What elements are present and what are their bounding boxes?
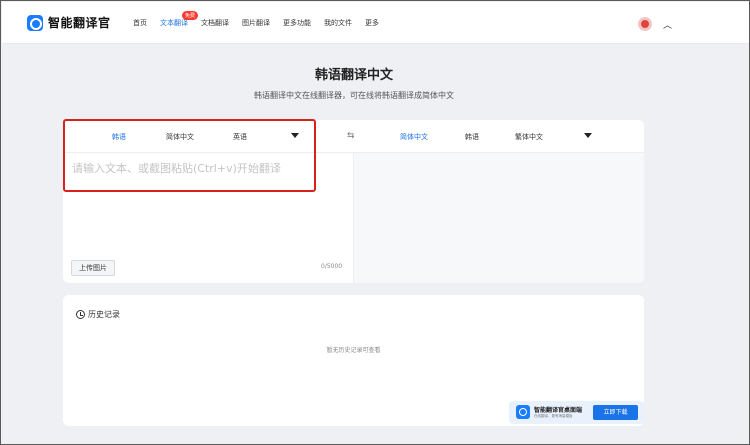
target-lang-korean[interactable]: 韩语 [465, 132, 479, 142]
page-subtitle: 韩语翻译中文在线翻译器，可在线将韩语翻译成简体中文 [254, 91, 454, 100]
browser-frame: 智能翻译官 首页 文本翻译 免费 文档翻译 图片翻译 更多功能 我的文件 更多 … [0, 0, 750, 445]
nav-image-translate[interactable]: 图片翻译 [242, 18, 270, 28]
nav-text-translate-label: 文本翻译 [160, 19, 188, 27]
pane-divider [353, 152, 354, 283]
history-title: 历史记录 [88, 310, 120, 319]
source-lang-simplified-chinese[interactable]: 简体中文 [166, 132, 194, 142]
app-logo[interactable]: 智能翻译官 [27, 14, 111, 31]
page-title: 韩语翻译中文 [314, 68, 393, 83]
source-text-input[interactable]: 请输入文本、或截图粘贴(Ctrl+v)开始翻译 [72, 160, 281, 176]
promo-app-icon [516, 405, 530, 419]
logo-icon [27, 14, 43, 31]
free-badge: 免费 [182, 11, 199, 20]
char-counter: 0/5000 [321, 263, 343, 270]
history-header: 历史记录 [76, 309, 120, 320]
translation-output-pane [354, 153, 644, 283]
nav-text-translate[interactable]: 文本翻译 免费 [160, 11, 199, 28]
nav-home[interactable]: 首页 [133, 18, 147, 28]
translate-panel: 韩语 简体中文 英语 ⇆ 简体中文 韩语 繁体中文 请输入文本、或截图粘贴(Ct… [63, 120, 644, 283]
top-navigation-bar: 智能翻译官 首页 文本翻译 免费 文档翻译 图片翻译 更多功能 我的文件 更多 … [2, 2, 749, 44]
history-clock-icon [76, 310, 85, 319]
app-name: 智能翻译官 [48, 16, 111, 30]
nav-my-files[interactable]: 我的文件 [324, 18, 352, 28]
upload-image-button[interactable]: 上传图片 [71, 260, 115, 276]
swap-arrows-icon[interactable]: ⇆ [347, 131, 355, 141]
chevron-up-icon[interactable]: ︿ [663, 18, 672, 31]
download-now-button[interactable]: 立即下载 [593, 405, 638, 420]
desktop-download-promo: 智能翻译官桌面端 在线翻译，更有海量模板 立即下载 [509, 401, 644, 424]
target-lang-simplified-chinese[interactable]: 简体中文 [400, 132, 428, 142]
promo-subtitle: 在线翻译，更有海量模板 [534, 414, 573, 418]
promo-title: 智能翻译官桌面端 [534, 407, 583, 414]
target-lang-dropdown-icon[interactable] [584, 133, 592, 138]
history-empty-text: 暂无历史记录可查看 [326, 347, 381, 354]
nav-more[interactable]: 更多 [365, 18, 379, 28]
source-lang-dropdown-icon[interactable] [291, 133, 299, 138]
user-avatar[interactable] [638, 17, 652, 31]
nav-more-features[interactable]: 更多功能 [283, 18, 311, 28]
main-nav: 首页 文本翻译 免费 文档翻译 图片翻译 更多功能 我的文件 更多 [133, 11, 392, 28]
nav-document-translate[interactable]: 文档翻译 [201, 18, 229, 28]
target-lang-traditional-chinese[interactable]: 繁体中文 [515, 132, 543, 142]
source-lang-korean[interactable]: 韩语 [112, 132, 126, 142]
source-lang-english[interactable]: 英语 [233, 132, 247, 142]
